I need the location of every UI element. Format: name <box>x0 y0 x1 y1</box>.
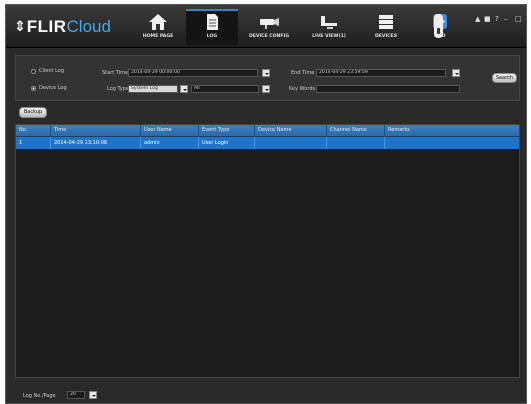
nav-devices[interactable]: DEVICES <box>360 9 412 45</box>
key-words-label: Key Words <box>289 86 316 92</box>
cell-channel-name <box>327 137 385 149</box>
nav-home-page[interactable]: HOME PAGE <box>132 9 184 45</box>
radio-dot <box>31 68 36 74</box>
nav-scroll-handle[interactable] <box>434 14 443 38</box>
logo-flir-text: FLIR <box>26 17 67 36</box>
scroll-nub <box>437 28 440 34</box>
end-time-input[interactable]: 2014-04-29 23:59:59 <box>316 69 446 77</box>
device-log-radio[interactable]: Device Log <box>31 85 67 91</box>
radio-dot-selected <box>31 85 36 91</box>
cell-remarks <box>385 137 519 149</box>
log-type-dropdown-button[interactable] <box>180 85 188 93</box>
device-log-label: Device Log <box>39 85 67 91</box>
nav-log[interactable]: LOG <box>186 9 238 45</box>
column-header-event-type[interactable]: Event Type <box>199 125 255 136</box>
cell-event-type: User Login <box>199 137 255 149</box>
column-header-user-name[interactable]: User Name <box>141 125 199 136</box>
top-bar: ⇕ FLIR Cloud HOME PAGE LOG DEVICE CONFIG… <box>6 5 526 48</box>
cell-user-name: admin <box>141 137 199 149</box>
start-time-input[interactable]: 2014-04-29 00:00:00 <box>128 69 258 77</box>
end-time-label: End Time <box>291 70 315 76</box>
table-header: No. Time User Name Event Type Device Nam… <box>16 125 519 137</box>
cell-no: 1 <box>16 137 51 149</box>
start-time-calendar-button[interactable] <box>262 69 270 77</box>
column-header-no[interactable]: No. <box>16 125 51 136</box>
nav-label: DEVICE CONFIG <box>248 34 290 39</box>
log-search-panel: Client Log Device Log Start Time 2014-04… <box>15 55 520 101</box>
camera-icon <box>258 13 280 31</box>
search-button[interactable]: Search <box>492 73 517 83</box>
log-per-page-label: Log No./Page <box>23 393 56 399</box>
cell-time: 2014-04-29 13:10:08 <box>51 137 141 149</box>
close-icon[interactable]: □ <box>515 15 522 23</box>
logo-cloud-text: Cloud <box>66 17 111 36</box>
end-time-calendar-button[interactable] <box>452 69 460 77</box>
nav-label: DEVICES <box>374 34 398 39</box>
log-subtype-select[interactable]: All <box>191 85 259 93</box>
flir-cloud-window: ⇕ FLIR Cloud HOME PAGE LOG DEVICE CONFIG… <box>5 4 527 404</box>
client-log-label: Client Log <box>39 68 64 74</box>
minimize-icon[interactable]: – <box>504 15 508 23</box>
log-subtype-dropdown-button[interactable] <box>262 85 270 93</box>
nav-label: HOME PAGE <box>142 34 174 39</box>
log-type-select[interactable]: System Log <box>128 85 178 93</box>
cell-device-name <box>255 137 327 149</box>
main-nav: HOME PAGE LOG DEVICE CONFIG LIVE VIEW(1) <box>132 9 468 45</box>
column-header-time[interactable]: Time <box>51 125 141 136</box>
house-icon <box>147 13 169 31</box>
log-per-page-dropdown-button[interactable] <box>89 391 97 399</box>
column-header-device-name[interactable]: Device Name <box>255 125 327 136</box>
column-header-remarks[interactable]: Remarks <box>385 125 519 136</box>
nav-live-view[interactable]: LIVE VIEW(1) <box>300 9 358 45</box>
help-icon[interactable]: ? <box>495 15 499 23</box>
server-icon <box>375 13 397 31</box>
logo-arrows-icon: ⇕ <box>14 19 26 35</box>
user-icon[interactable]: ▲ <box>475 15 480 23</box>
column-header-channel-name[interactable]: Channel Name <box>327 125 385 136</box>
document-icon <box>201 13 223 31</box>
log-per-page-select[interactable]: 20 <box>67 391 85 399</box>
log-table: No. Time User Name Event Type Device Nam… <box>15 124 520 378</box>
backup-button[interactable]: Backup <box>19 107 47 118</box>
start-time-label: Start Time <box>102 70 129 76</box>
nav-label: LOG <box>206 34 218 39</box>
table-row[interactable]: 1 2014-04-29 13:10:08 admin User Login <box>16 137 519 149</box>
monitor-icon <box>318 13 340 31</box>
nav-label: LIVE VIEW(1) <box>312 34 346 39</box>
lock-icon[interactable]: ■ <box>484 15 491 23</box>
client-log-radio[interactable]: Client Log <box>31 68 64 74</box>
log-type-label: Log Type <box>107 86 130 92</box>
key-words-input[interactable] <box>316 85 460 93</box>
app-logo: ⇕ FLIR Cloud <box>14 17 111 37</box>
nav-device-config[interactable]: DEVICE CONFIG <box>240 9 298 45</box>
